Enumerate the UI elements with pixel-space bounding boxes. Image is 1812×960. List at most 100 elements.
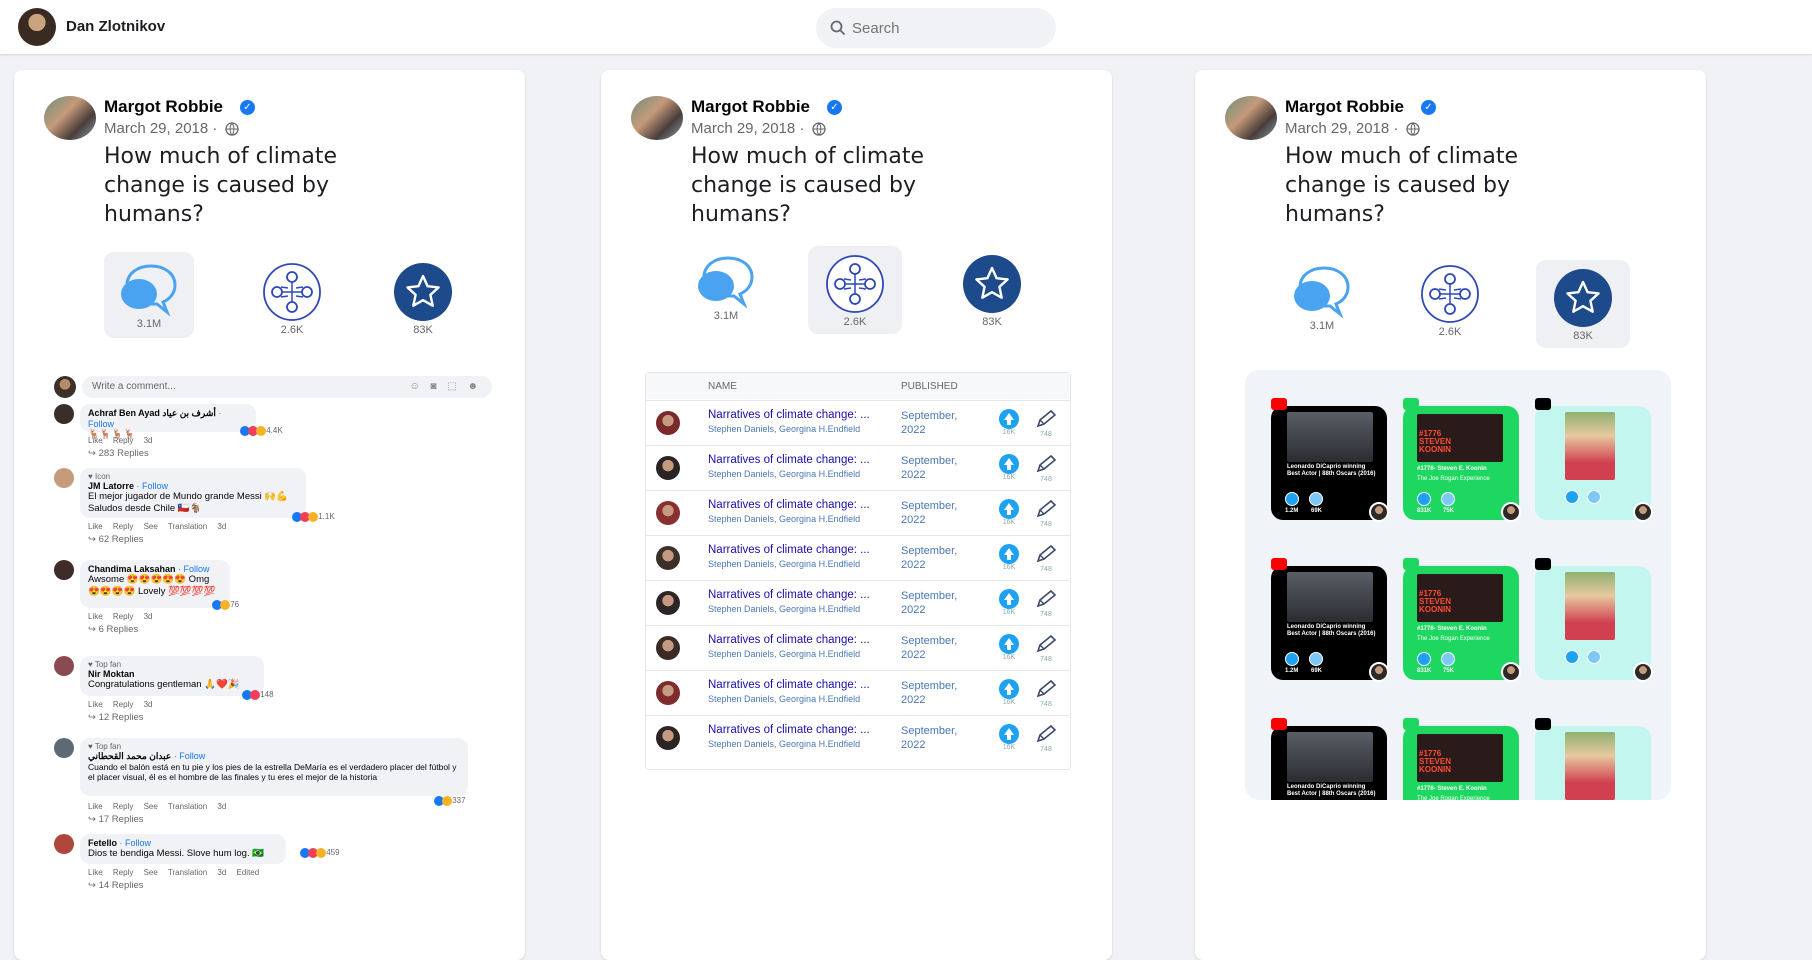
star-button[interactable]: 83K: [378, 256, 468, 342]
replies-link[interactable]: ↪ 14 Replies: [88, 880, 144, 891]
author-avatar[interactable]: [656, 636, 680, 660]
upvote-icon[interactable]: [1417, 652, 1431, 666]
youtube-tile[interactable]: Leonardo DiCaprio winning Best Actor | 8…: [1271, 718, 1387, 800]
upvote-button[interactable]: 16K: [996, 409, 1022, 436]
paper-title[interactable]: Narratives of climate change: ...: [708, 679, 888, 691]
author-avatar[interactable]: [656, 681, 680, 705]
upvote-icon[interactable]: [1285, 492, 1299, 506]
author-avatar[interactable]: [656, 546, 680, 570]
author-name[interactable]: Margot Robbie: [104, 97, 223, 117]
comment-actions[interactable]: Like Reply 3d: [88, 436, 152, 445]
paper-title[interactable]: Narratives of climate change: ...: [708, 409, 888, 421]
youtube-tile[interactable]: Leonardo DiCaprio winning Best Actor | 8…: [1271, 558, 1389, 682]
paper-row[interactable]: Narratives of climate change: ... Stephen…: [646, 490, 1070, 532]
tiktok-tile[interactable]: [1535, 558, 1653, 682]
comments-button[interactable]: 3.1M: [104, 252, 194, 338]
tiktok-tile[interactable]: [1535, 398, 1653, 522]
edit-button[interactable]: 748: [1033, 499, 1059, 528]
author-avatar[interactable]: [656, 501, 680, 525]
author-avatar[interactable]: [1369, 662, 1389, 682]
upvote-button[interactable]: 16K: [996, 544, 1022, 571]
user-avatar[interactable]: [18, 8, 56, 46]
comment-icon[interactable]: [1441, 652, 1455, 666]
author-avatar[interactable]: [1225, 96, 1277, 140]
comment-avatar[interactable]: [54, 468, 74, 488]
comment-avatar[interactable]: [54, 404, 74, 424]
comment-icon[interactable]: [1309, 492, 1323, 506]
paper-title[interactable]: Narratives of climate change: ...: [708, 634, 888, 646]
comment-actions[interactable]: Like Reply 3d: [88, 700, 152, 709]
comment-avatar[interactable]: [54, 834, 74, 854]
spotify-tile[interactable]: #1776 STEVEN KOONIN #1776- Steven E. Koon…: [1403, 398, 1521, 522]
author-avatar[interactable]: [1369, 502, 1389, 522]
comment-actions[interactable]: Like Reply See Translation 3d Edited: [88, 868, 259, 877]
edit-button[interactable]: 748: [1033, 544, 1059, 573]
comment-avatar[interactable]: [54, 656, 74, 676]
edit-button[interactable]: 748: [1033, 454, 1059, 483]
column-header-published[interactable]: PUBLISHED: [901, 381, 958, 392]
share-button[interactable]: 2.6K: [247, 256, 337, 342]
paper-title[interactable]: Narratives of climate change: ...: [708, 454, 888, 466]
paper-title[interactable]: Narratives of climate change: ...: [708, 724, 888, 736]
reaction-summary[interactable]: 76: [212, 600, 239, 610]
comment-avatar[interactable]: [54, 560, 74, 580]
comment-icon[interactable]: [1587, 650, 1601, 664]
youtube-tile[interactable]: Leonardo DiCaprio winning Best Actor | 8…: [1271, 398, 1389, 522]
upvote-icon[interactable]: [1565, 650, 1579, 664]
edit-button[interactable]: 748: [1033, 724, 1059, 753]
tiktok-tile[interactable]: [1535, 718, 1651, 800]
comments-button[interactable]: 3.1M: [681, 248, 771, 334]
author-avatar[interactable]: [656, 591, 680, 615]
author-avatar[interactable]: [656, 456, 680, 480]
reaction-summary[interactable]: 4.4K: [240, 426, 283, 436]
author-name[interactable]: Margot Robbie: [1285, 97, 1404, 117]
reaction-summary[interactable]: 148: [242, 690, 274, 700]
reaction-summary[interactable]: 459: [300, 848, 340, 858]
paper-row[interactable]: Narratives of climate change: ... Stephen…: [646, 625, 1070, 667]
author-avatar[interactable]: [656, 726, 680, 750]
paper-title[interactable]: Narratives of climate change: ...: [708, 544, 888, 556]
author-avatar[interactable]: [1633, 662, 1653, 682]
user-name[interactable]: Dan Zlotnikov: [66, 18, 165, 35]
edit-button[interactable]: 748: [1033, 634, 1059, 663]
upvote-button[interactable]: 16K: [996, 679, 1022, 706]
composer-icons[interactable]: ☺ ◙ ⬚ ☻: [409, 381, 482, 392]
comment-actions[interactable]: Like Reply See Translation 3d: [88, 802, 226, 811]
replies-link[interactable]: ↪ 6 Replies: [88, 624, 138, 635]
search-input[interactable]: [852, 8, 1048, 48]
edit-button[interactable]: 748: [1033, 589, 1059, 618]
reaction-summary[interactable]: 1.1K: [292, 512, 335, 522]
upvote-button[interactable]: 16K: [996, 499, 1022, 526]
author-avatar[interactable]: [1633, 502, 1653, 522]
paper-title[interactable]: Narratives of climate change: ...: [708, 589, 888, 601]
follow-link[interactable]: · Follow: [178, 564, 210, 574]
upvote-icon[interactable]: [1565, 490, 1579, 504]
search-box[interactable]: [816, 8, 1056, 48]
comment-input[interactable]: Write a comment... ☺ ◙ ⬚ ☻: [82, 376, 492, 398]
author-avatar[interactable]: [1501, 662, 1521, 682]
comment-avatar[interactable]: [54, 738, 74, 758]
follow-link[interactable]: · Follow: [120, 838, 152, 848]
upvote-button[interactable]: 16K: [996, 634, 1022, 661]
column-header-name[interactable]: NAME: [708, 381, 737, 392]
paper-title[interactable]: Narratives of climate change: ...: [708, 499, 888, 511]
paper-row[interactable]: Narratives of climate change: ... Stephen…: [646, 400, 1070, 442]
comment-icon[interactable]: [1587, 490, 1601, 504]
follow-link[interactable]: · Follow: [137, 481, 169, 491]
share-button[interactable]: 2.6K: [1405, 260, 1495, 346]
replies-link[interactable]: ↪ 12 Replies: [88, 712, 144, 723]
author-avatar[interactable]: [631, 96, 683, 140]
replies-link[interactable]: ↪ 283 Replies: [88, 448, 149, 459]
author-avatar[interactable]: [44, 96, 96, 140]
paper-row[interactable]: Narratives of climate change: ... Stephen…: [646, 715, 1070, 757]
paper-row[interactable]: Narratives of climate change: ... Stephen…: [646, 445, 1070, 487]
upvote-icon[interactable]: [1285, 652, 1299, 666]
upvote-icon[interactable]: [1417, 492, 1431, 506]
replies-link[interactable]: ↪ 62 Replies: [88, 534, 144, 545]
author-avatar[interactable]: [1501, 502, 1521, 522]
follow-link[interactable]: · Follow: [174, 751, 206, 761]
spotify-tile[interactable]: #1776 STEVEN KOONIN #1776- Steven E. Koon…: [1403, 718, 1519, 800]
edit-button[interactable]: 748: [1033, 679, 1059, 708]
reaction-summary[interactable]: 337: [434, 796, 466, 806]
paper-row[interactable]: Narratives of climate change: ... Stephen…: [646, 580, 1070, 622]
